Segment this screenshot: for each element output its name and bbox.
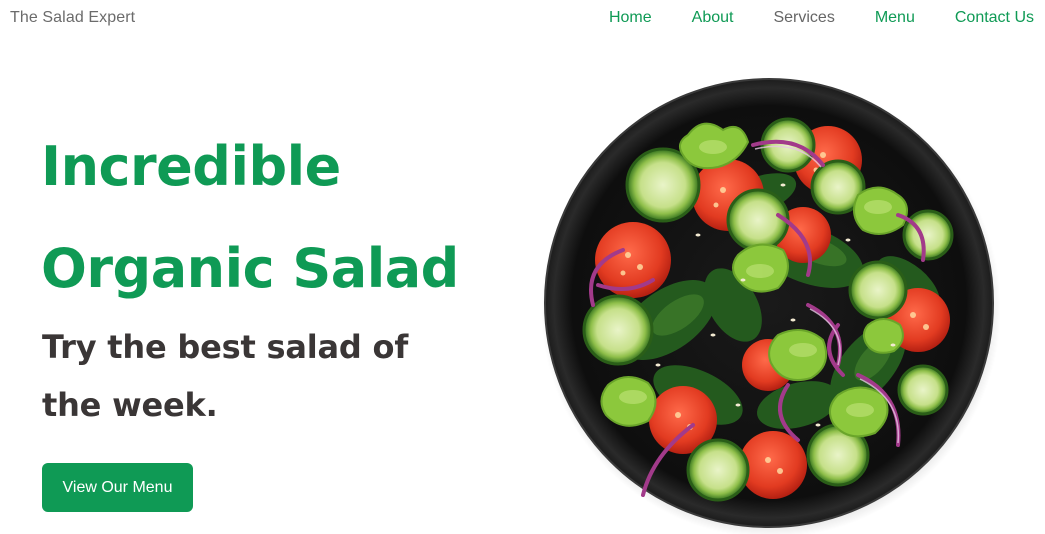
hero-subtitle-line-1: Try the best salad of (42, 328, 409, 366)
main-nav: Home About Services Menu Contact Us (609, 9, 1034, 27)
brand-logo-text[interactable]: The Salad Expert (10, 9, 135, 27)
hero-subtitle: Try the best salad of the week. (42, 318, 482, 434)
nav-contact-link[interactable]: Contact Us (955, 9, 1034, 27)
hero-subtitle-line-2: the week. (42, 386, 218, 424)
hero-title-line-1: Incredible (41, 135, 341, 198)
nav-about-link[interactable]: About (692, 9, 734, 27)
landing-page: The Salad Expert Home About Services Men… (0, 0, 1045, 534)
hero-title-line-2: Organic Salad (41, 237, 459, 300)
nav-home-link[interactable]: Home (609, 9, 652, 27)
salad-bowl-image (541, 78, 1000, 534)
view-menu-button[interactable]: View Our Menu (42, 463, 193, 512)
nav-services-link[interactable]: Services (773, 9, 834, 27)
hero-title: Incredible Organic Salad (41, 116, 541, 320)
nav-menu-link[interactable]: Menu (875, 9, 915, 27)
